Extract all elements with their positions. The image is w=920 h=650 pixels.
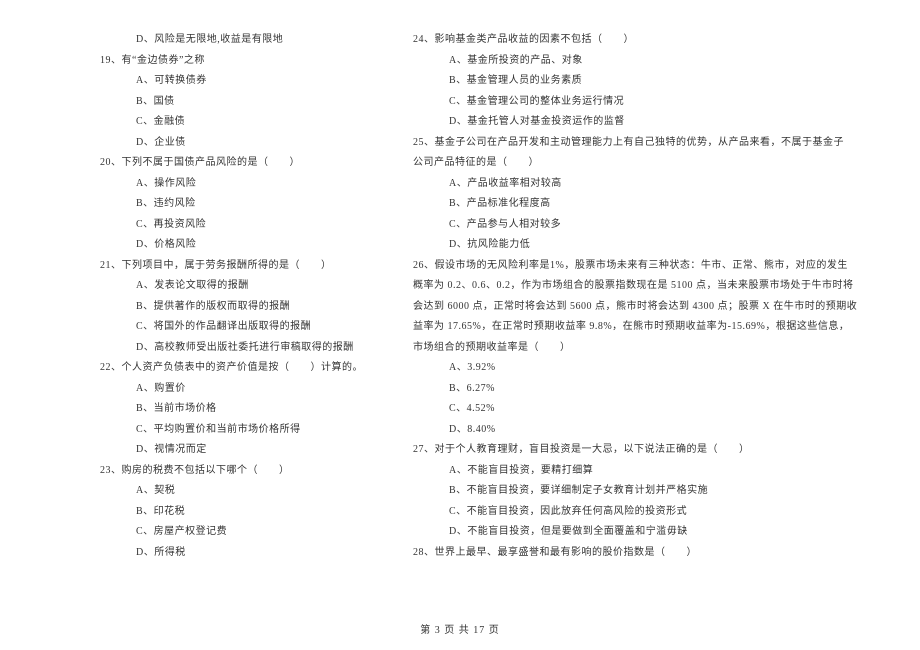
left-line: 19、有“金边债券”之称 [100, 51, 363, 72]
right-line: 27、对于个人教育理财，盲目投资是一大忌，以下说法正确的是（ ） [413, 440, 857, 461]
left-line: D、高校教师受出版社委托进行审稿取得的报酬 [100, 338, 363, 359]
right-line: D、抗风险能力低 [413, 235, 857, 256]
left-line: A、契税 [100, 481, 363, 502]
right-line: D、不能盲目投资，但是要做到全面覆盖和宁滥毋缺 [413, 522, 857, 543]
right-line: B、6.27% [413, 379, 857, 400]
right-line: 28、世界上最早、最享盛誉和最有影响的股价指数是（ ） [413, 543, 857, 564]
left-line: C、将国外的作品翻译出版取得的报酬 [100, 317, 363, 338]
left-line: 22、个人资产负债表中的资产价值是按（ ）计算的。 [100, 358, 363, 379]
right-line: B、产品标准化程度高 [413, 194, 857, 215]
left-column: D、风险是无限地,收益是有限地19、有“金边债券”之称A、可转换债券B、国债C、… [100, 30, 363, 563]
right-line: 25、基金子公司在产品开发和主动管理能力上有自己独特的优势，从产品来看，不属于基… [413, 133, 857, 154]
right-line: C、基金管理公司的整体业务运行情况 [413, 92, 857, 113]
left-line: B、印花税 [100, 502, 363, 523]
left-line: 21、下列项目中，属于劳务报酬所得的是（ ） [100, 256, 363, 277]
left-line: D、企业债 [100, 133, 363, 154]
right-line: D、8.40% [413, 420, 857, 441]
left-line: 20、下列不属于国债产品风险的是（ ） [100, 153, 363, 174]
two-column-layout: D、风险是无限地,收益是有限地19、有“金边债券”之称A、可转换债券B、国债C、… [0, 30, 920, 563]
right-line: C、产品参与人相对较多 [413, 215, 857, 236]
left-line: C、再投资风险 [100, 215, 363, 236]
left-line: D、价格风险 [100, 235, 363, 256]
left-line: D、所得税 [100, 543, 363, 564]
right-line: 公司产品特征的是（ ） [413, 153, 857, 174]
right-line: A、3.92% [413, 358, 857, 379]
right-line: 概率为 0.2、0.6、0.2，作为市场组合的股票指数现在是 5100 点，当未… [413, 276, 857, 297]
right-line: 24、影响基金类产品收益的因素不包括（ ） [413, 30, 857, 51]
left-line: C、金融债 [100, 112, 363, 133]
left-line: B、违约风险 [100, 194, 363, 215]
right-line: A、基金所投资的产品、对象 [413, 51, 857, 72]
left-line: D、风险是无限地,收益是有限地 [100, 30, 363, 51]
right-line: C、4.52% [413, 399, 857, 420]
left-line: 23、购房的税费不包括以下哪个（ ） [100, 461, 363, 482]
right-line: B、基金管理人员的业务素质 [413, 71, 857, 92]
right-column: 24、影响基金类产品收益的因素不包括（ ）A、基金所投资的产品、对象B、基金管理… [413, 30, 857, 563]
left-line: A、可转换债券 [100, 71, 363, 92]
right-line: D、基金托管人对基金投资运作的监督 [413, 112, 857, 133]
left-line: D、视情况而定 [100, 440, 363, 461]
left-line: B、国债 [100, 92, 363, 113]
left-line: C、房屋产权登记费 [100, 522, 363, 543]
left-line: A、购置价 [100, 379, 363, 400]
left-line: B、提供著作的版权而取得的报酬 [100, 297, 363, 318]
right-line: 益率为 17.65%，在正常时预期收益率 9.8%，在熊市时预期收益率为-15.… [413, 317, 857, 338]
left-line: B、当前市场价格 [100, 399, 363, 420]
left-line: C、平均购置价和当前市场价格所得 [100, 420, 363, 441]
right-line: 会达到 6000 点，正常时将会达到 5600 点，熊市时将会达到 4300 点… [413, 297, 857, 318]
left-line: A、操作风险 [100, 174, 363, 195]
page-footer: 第 3 页 共 17 页 [0, 621, 920, 636]
right-line: 市场组合的预期收益率是（ ） [413, 338, 857, 359]
right-line: B、不能盲目投资，要详细制定子女教育计划并严格实施 [413, 481, 857, 502]
right-line: A、不能盲目投资，要精打细算 [413, 461, 857, 482]
right-line: C、不能盲目投资，因此放弃任何高风险的投资形式 [413, 502, 857, 523]
right-line: 26、假设市场的无风险利率是1%，股票市场未来有三种状态：牛市、正常、熊市，对应… [413, 256, 857, 277]
right-line: A、产品收益率相对较高 [413, 174, 857, 195]
left-line: A、发表论文取得的报酬 [100, 276, 363, 297]
